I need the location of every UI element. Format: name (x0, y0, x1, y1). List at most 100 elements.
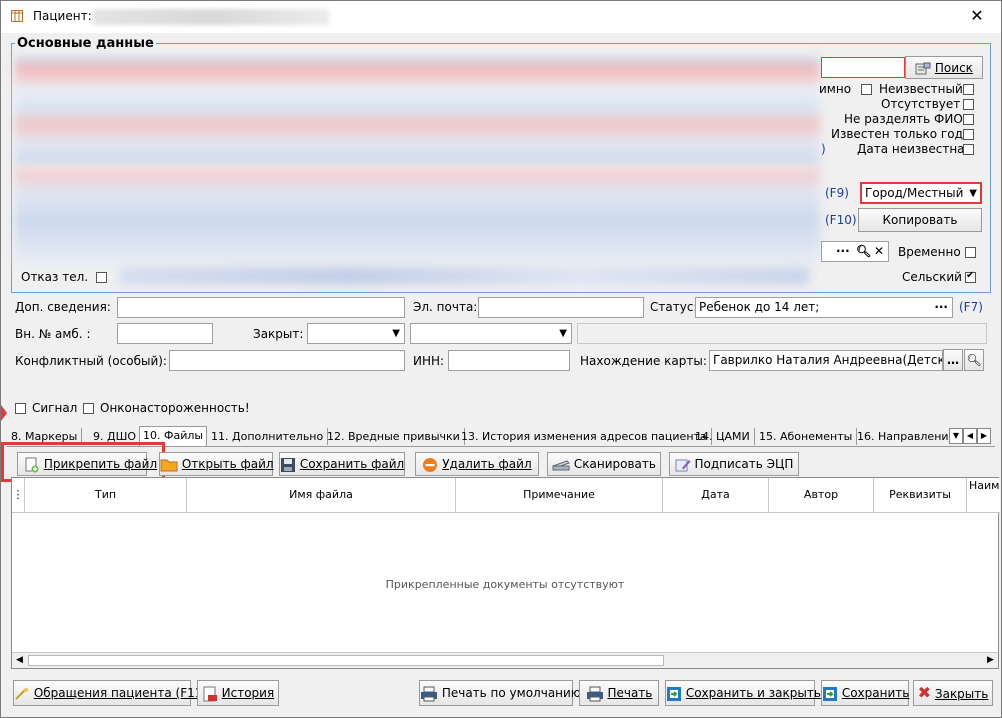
open-file-button[interactable]: Открыть файл (159, 452, 274, 476)
address-field-tail[interactable]: ··· 🔍︎ ✕ (821, 241, 889, 262)
year-only-checkbox[interactable] (963, 129, 974, 140)
column-file-name[interactable]: Имя файла (187, 478, 456, 513)
save-file-button[interactable]: Сохранить файл (279, 452, 405, 476)
red-pointer-mark (1, 405, 7, 421)
save-close-icon (667, 686, 681, 701)
magnifier-icon[interactable]: 🔍︎ (856, 242, 871, 261)
tab-list-dropdown-icon[interactable]: ▼ (949, 428, 963, 444)
tab-bad-habits[interactable]: 12. Вредные привычки (327, 428, 465, 445)
search-book-icon (915, 62, 931, 74)
status-ellipsis-icon[interactable]: ··· (934, 298, 948, 317)
status-label: Статус: (650, 300, 698, 314)
closed-reason-select[interactable]: ▼ (410, 323, 572, 344)
save-arrow-icon (823, 686, 837, 701)
grid-empty-message: Прикрепленные документы отсутствуют (385, 578, 625, 591)
save-button[interactable]: Сохранить (821, 680, 909, 706)
signal-checkbox[interactable] (15, 403, 26, 414)
patient-visits-label: Обращения пациента (F11) (33, 686, 208, 700)
temporary-label: Временно (898, 245, 961, 259)
search-button-label: Поиск (934, 61, 973, 75)
search-field[interactable] (821, 57, 905, 78)
tab-referrals[interactable]: 16. Направлени (857, 428, 953, 445)
inn-field[interactable] (448, 350, 570, 371)
search-button[interactable]: Поиск (905, 56, 983, 79)
tab-additional[interactable]: 11. Дополнительно (211, 428, 329, 445)
sign-ecp-label: Подписать ЭЦП (694, 457, 794, 471)
paren-glyph: ) (821, 142, 826, 156)
unknown-checkbox[interactable] (963, 84, 974, 95)
scroll-left-arrow-icon[interactable]: ◀ (12, 653, 27, 668)
no-split-name-label: Не разделять ФИО (844, 112, 963, 126)
extra-info-field[interactable] (117, 297, 405, 318)
ellipsis-icon[interactable]: ··· (836, 242, 850, 261)
visits-wand-icon (15, 687, 28, 700)
blurred-fields-middle (15, 169, 820, 265)
patient-window: Пациент: ✕ Основные данные Поиск имно Не… (0, 0, 1002, 718)
scan-button[interactable]: Сканировать (547, 452, 661, 476)
open-file-label: Открыть файл (181, 457, 274, 471)
attach-highlight-frame (1, 442, 165, 482)
tab-tsami[interactable]: 14. ЦАМИ (695, 428, 755, 445)
print-button[interactable]: Печать (579, 680, 659, 706)
files-grid[interactable]: ⋮ Тип Имя файла Примечание Дата Автор Ре… (11, 477, 1000, 669)
delete-file-button[interactable]: Удалить файл (415, 452, 539, 476)
amb-number-field[interactable] (117, 323, 213, 344)
onco-checkbox[interactable] (83, 403, 94, 414)
column-name-partial[interactable]: Наим (967, 478, 1000, 513)
sign-pen-icon (675, 459, 691, 471)
locality-select[interactable]: Город/Местный ▼ (860, 182, 982, 204)
card-location-field[interactable]: Гаврилко Наталия Андреевна(Детская (709, 350, 943, 371)
closed-select[interactable]: ▼ (307, 323, 405, 344)
close-label: Закрыть (934, 687, 989, 701)
status-field[interactable]: Ребенок до 14 лет; ··· (695, 297, 953, 318)
temporary-checkbox[interactable] (965, 247, 976, 258)
tab-address-history[interactable]: 13. История изменения адресов пациента (461, 428, 712, 445)
close-button[interactable]: ✖ Закрыть (913, 680, 993, 706)
card-location-ellipsis-button[interactable]: … (943, 349, 963, 371)
log-icon (203, 686, 217, 701)
scanner-icon (552, 459, 570, 470)
print-label: Печать (607, 686, 653, 700)
clear-x-icon[interactable]: ✕ (874, 242, 884, 261)
anonymous-checkbox[interactable] (861, 84, 872, 95)
copy-button-label: Копировать (882, 213, 958, 227)
table-icon (11, 10, 23, 22)
tab-scroll-left-icon[interactable]: ◀ (963, 428, 977, 444)
card-location-search-button[interactable]: 🔍︎ (964, 349, 984, 371)
title-bar: Пациент: ✕ (1, 1, 1001, 33)
rural-checkbox[interactable] (965, 270, 976, 283)
column-date[interactable]: Дата (663, 478, 769, 513)
print-default-button[interactable]: Печать по умолчанию (419, 680, 581, 706)
amb-number-label: Вн. № амб. : (15, 327, 91, 341)
save-label: Сохранить (841, 686, 910, 700)
scroll-thumb[interactable] (28, 655, 664, 666)
column-requisites[interactable]: Реквизиты (874, 478, 967, 513)
scroll-right-arrow-icon[interactable]: ▶ (983, 653, 998, 668)
absent-checkbox[interactable] (963, 99, 974, 110)
inn-label: ИНН: (413, 354, 445, 368)
close-red-x-icon: ✖ (917, 683, 932, 702)
tab-subscriptions[interactable]: 15. Абонементы (759, 428, 858, 445)
horizontal-scrollbar[interactable]: ◀ ▶ (12, 652, 998, 668)
f9-hint: (F9) (825, 186, 849, 200)
f10-hint: (F10) (825, 213, 857, 227)
delete-file-label: Удалить файл (442, 457, 532, 471)
history-button[interactable]: История (197, 680, 279, 706)
save-close-button[interactable]: Сохранить и закрыть (665, 680, 821, 706)
extra-info-label: Доп. сведения: (15, 300, 111, 314)
refusal-phone-checkbox[interactable] (96, 272, 107, 283)
folder-open-icon (160, 459, 178, 471)
no-split-name-checkbox[interactable] (963, 114, 974, 125)
window-title: Пациент: (33, 9, 92, 23)
patient-visits-button[interactable]: Обращения пациента (F11) (13, 680, 207, 706)
date-unknown-checkbox[interactable] (963, 144, 974, 155)
conflict-field[interactable] (169, 350, 405, 371)
column-note[interactable]: Примечание (456, 478, 663, 513)
tab-scroll-right-icon[interactable]: ▶ (977, 428, 991, 444)
copy-button[interactable]: Копировать (858, 208, 982, 232)
email-field[interactable] (478, 297, 644, 318)
window-close-icon[interactable]: ✕ (967, 6, 987, 26)
sign-ecp-button[interactable]: Подписать ЭЦП (669, 452, 799, 476)
column-type[interactable]: Тип (25, 478, 187, 513)
column-author[interactable]: Автор (769, 478, 874, 513)
